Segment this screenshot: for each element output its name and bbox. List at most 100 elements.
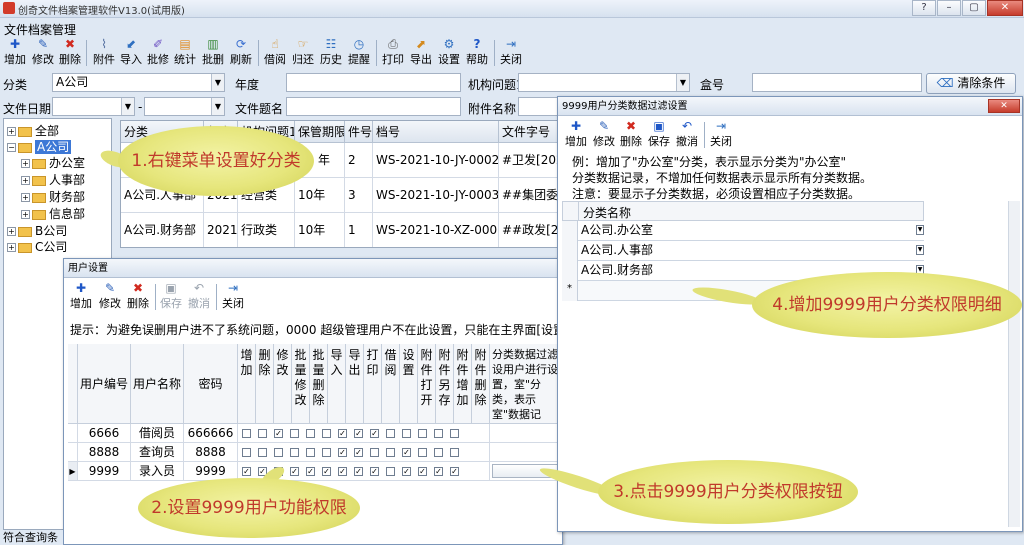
toolbar-import-button[interactable]: ⬋ 导入 <box>118 37 144 69</box>
permission-checkbox[interactable]: ✓ <box>242 467 251 476</box>
toolbar-refresh-button[interactable]: ⟳ 刷新 <box>228 37 254 69</box>
grid-cell[interactable]: ##集团委[2 <box>499 178 559 213</box>
category-filter-cell[interactable] <box>490 443 562 462</box>
toolbar-close-button[interactable]: ⇥ 关闭 <box>498 37 524 69</box>
user-add-button[interactable]: ✚ 增加 <box>68 281 94 313</box>
toolbar-history-button[interactable]: ☷ 历史 <box>318 37 344 69</box>
grid-cell[interactable]: WS-2021-10-JY-0003 <box>373 178 499 213</box>
permission-checkbox[interactable]: ✓ <box>338 467 347 476</box>
grid-cell[interactable]: 1 <box>345 213 373 247</box>
permission-checkbox[interactable]: ✓ <box>370 429 379 438</box>
category-filter-cell[interactable] <box>490 424 562 443</box>
grid-cell[interactable]: 行政类 <box>238 213 295 247</box>
filter-save-button[interactable]: ▣ 保存 <box>646 119 672 151</box>
user-undo-button[interactable]: ↶ 撤消 <box>186 281 212 313</box>
user-id-cell[interactable]: 9999 <box>78 462 131 481</box>
clear-conditions-button[interactable]: ⌫ 清除条件 <box>926 73 1016 94</box>
filter-scrollbar[interactable] <box>1008 201 1020 527</box>
permission-checkbox[interactable] <box>402 429 411 438</box>
toolbar-export-button[interactable]: ⬈ 导出 <box>408 37 434 69</box>
filter-row[interactable]: A公司.办公室 ▼ <box>578 221 924 241</box>
permission-checkbox[interactable] <box>434 448 443 457</box>
year-input[interactable] <box>286 73 461 92</box>
filter-close-button[interactable]: ⇥ 关闭 <box>708 119 734 151</box>
chevron-down-icon[interactable]: ▼ <box>676 74 689 91</box>
attachment-input[interactable] <box>518 97 558 116</box>
tree-node-office[interactable]: + 办公室 <box>21 155 85 171</box>
grid-cell[interactable]: 2 <box>345 143 373 178</box>
user-delete-button[interactable]: ✖ 删除 <box>125 281 151 313</box>
permission-checkbox[interactable] <box>418 448 427 457</box>
permission-checkbox[interactable]: ✓ <box>290 467 299 476</box>
password-cell[interactable]: 666666 <box>184 424 238 443</box>
tree-node-c-company[interactable]: + C公司 <box>7 239 67 255</box>
tree-node-b-company[interactable]: + B公司 <box>7 223 67 239</box>
permission-checkbox[interactable]: ✓ <box>354 448 363 457</box>
expand-icon[interactable]: + <box>7 227 16 236</box>
permission-checkbox[interactable] <box>242 448 251 457</box>
expand-icon[interactable]: + <box>21 159 30 168</box>
permission-checkbox[interactable] <box>450 429 459 438</box>
toolbar-borrow-button[interactable]: ☝ 借阅 <box>262 37 288 69</box>
permission-checkbox[interactable] <box>386 467 395 476</box>
expand-icon[interactable]: + <box>21 176 30 185</box>
user-edit-button[interactable]: ✎ 修改 <box>97 281 123 313</box>
expand-icon[interactable]: + <box>7 127 16 136</box>
permission-checkbox[interactable] <box>322 448 331 457</box>
permission-checkbox[interactable]: ✓ <box>354 429 363 438</box>
permission-checkbox[interactable]: ✓ <box>338 429 347 438</box>
toolbar-add-button[interactable]: ✚ 增加 <box>2 37 28 69</box>
filter-undo-button[interactable]: ↶ 撤消 <box>674 119 700 151</box>
user-save-button[interactable]: ▣ 保存 <box>158 281 184 313</box>
toolbar-stats-button[interactable]: ▤ 统计 <box>172 37 198 69</box>
permission-checkbox[interactable]: ✓ <box>322 467 331 476</box>
filter-edit-button[interactable]: ✎ 修改 <box>591 119 617 151</box>
expand-icon[interactable]: + <box>21 210 30 219</box>
user-id-cell[interactable]: 6666 <box>78 424 131 443</box>
permission-checkbox[interactable] <box>386 448 395 457</box>
toolbar-edit-button[interactable]: ✎ 修改 <box>30 37 56 69</box>
tree-node-all[interactable]: + 全部 <box>7 123 59 139</box>
permission-checkbox[interactable]: ✓ <box>354 467 363 476</box>
expand-icon[interactable]: + <box>7 243 16 252</box>
filter-delete-button[interactable]: ✖ 删除 <box>618 119 644 151</box>
box-input[interactable] <box>752 73 922 92</box>
permission-checkbox[interactable]: ✓ <box>306 467 315 476</box>
filter-panel-close-button[interactable]: ✕ <box>988 99 1020 113</box>
grid-cell[interactable]: 2021 <box>204 213 238 247</box>
permission-checkbox[interactable] <box>322 429 331 438</box>
permission-checkboxes[interactable]: ✓ ✓ ✓ ✓ <box>238 424 490 443</box>
grid-cell[interactable]: 10年 <box>295 213 345 247</box>
tree-node-hr[interactable]: + 人事部 <box>21 172 85 188</box>
permission-checkbox[interactable] <box>274 448 283 457</box>
minimize-button[interactable]: – <box>937 0 961 16</box>
user-id-cell[interactable]: 8888 <box>78 443 131 462</box>
permission-checkbox[interactable] <box>370 448 379 457</box>
tree-node-finance[interactable]: + 财务部 <box>21 189 85 205</box>
menu-file-archive[interactable]: 文件档案管理 <box>4 21 76 38</box>
permission-checkbox[interactable] <box>258 448 267 457</box>
permission-checkbox[interactable]: ✓ <box>402 467 411 476</box>
user-name-cell[interactable]: 借阅员 <box>131 424 184 443</box>
grid-header[interactable]: 保管期限 <box>295 121 345 143</box>
permission-checkbox[interactable] <box>290 429 299 438</box>
permission-checkbox[interactable]: ✓ <box>450 467 459 476</box>
title-input[interactable] <box>286 97 461 116</box>
date-to-input[interactable]: ▼ <box>144 97 225 116</box>
grid-cell[interactable]: WS-2021-10-JY-0002 <box>373 143 499 178</box>
permission-checkbox[interactable] <box>434 429 443 438</box>
password-cell[interactable]: 8888 <box>184 443 238 462</box>
date-from-input[interactable]: ▼ <box>52 97 135 116</box>
category-select[interactable]: A公司 ▼ <box>52 73 225 92</box>
grid-header[interactable]: 件号 <box>345 121 373 143</box>
permission-checkbox[interactable]: ✓ <box>370 467 379 476</box>
permission-checkbox[interactable] <box>290 448 299 457</box>
user-name-cell[interactable]: 录入员 <box>131 462 184 481</box>
grid-cell[interactable]: A公司.财务部 <box>121 213 204 247</box>
help-window-button[interactable]: ? <box>912 0 936 16</box>
user-close-button[interactable]: ⇥ 关闭 <box>220 281 246 313</box>
permission-checkbox[interactable]: ✓ <box>338 448 347 457</box>
toolbar-reminder-button[interactable]: ◷ 提醒 <box>346 37 372 69</box>
toolbar-print-button[interactable]: ⎙ 打印 <box>380 37 406 69</box>
toolbar-delete-button[interactable]: ✖ 删除 <box>57 37 83 69</box>
